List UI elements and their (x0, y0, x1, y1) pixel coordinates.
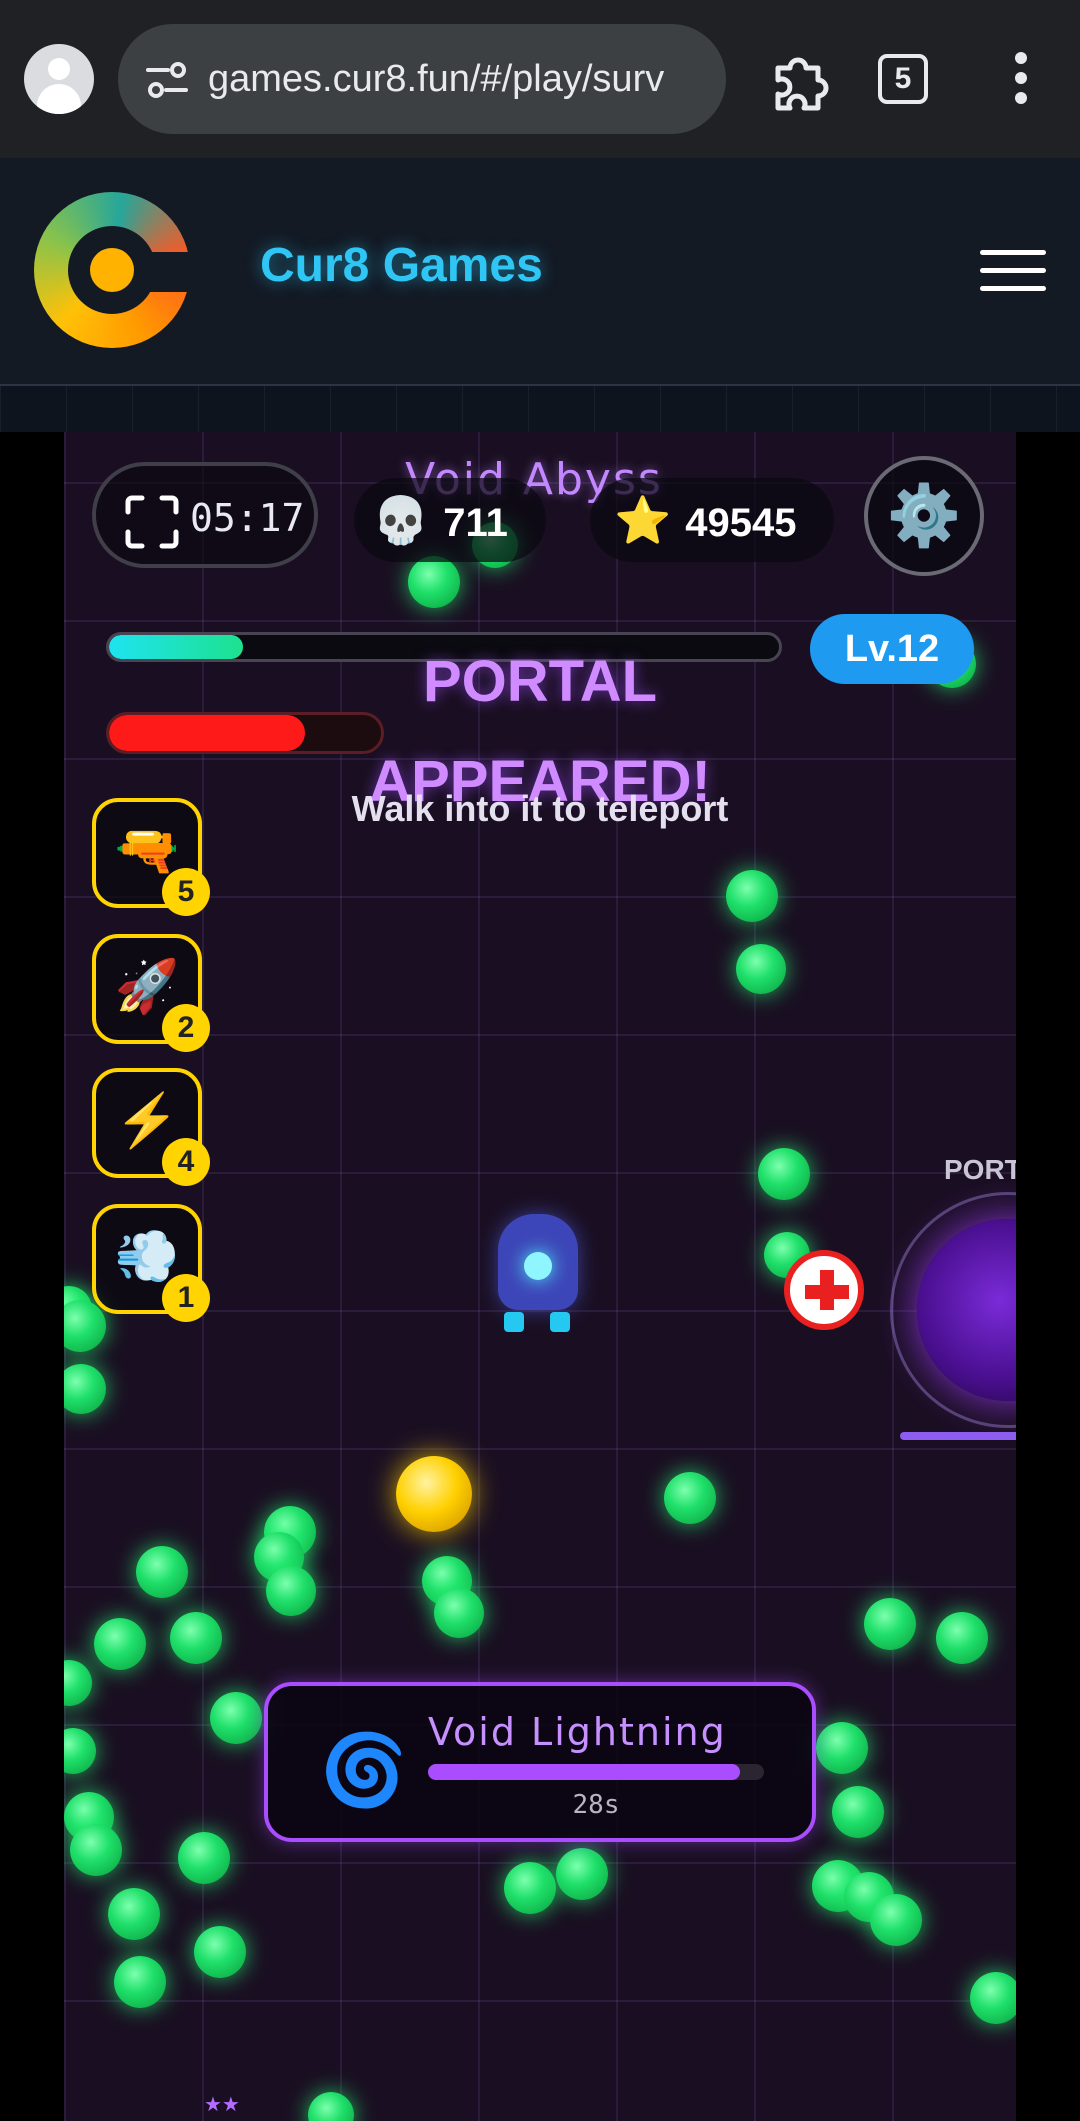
xp-orb (970, 1972, 1016, 2024)
xp-orb (408, 556, 460, 608)
timer-pill: 05:17 (92, 462, 318, 568)
gold-coin (396, 1456, 472, 1532)
player-robot (484, 1192, 594, 1342)
ability-count: 1 (162, 1274, 210, 1322)
portal[interactable] (890, 1192, 1016, 1428)
xp-orb (170, 1612, 222, 1664)
banner-line-1: PORTAL (422, 649, 658, 714)
site-header: Cur8 Games (0, 158, 1080, 386)
star-icon: ⭐ (614, 494, 672, 546)
game-timer: 05:17 (190, 496, 305, 540)
cur8-logo[interactable] (34, 192, 200, 348)
ability-count: 4 (162, 1138, 210, 1186)
dash-wind-icon: 💨 (114, 1228, 180, 1286)
xp-orb (64, 1728, 96, 1774)
xp-orb (194, 1926, 246, 1978)
score-value: 49545 (685, 501, 797, 545)
buff-duration-fill (428, 1764, 741, 1780)
minimap-stars: ★★ (204, 2094, 240, 2116)
buff-name: Void Lightning (428, 1710, 727, 1754)
hamburger-menu-icon[interactable] (980, 250, 1046, 292)
xp-orb (936, 1612, 988, 1664)
browser-toolbar: games.cur8.fun/#/play/surv 5 (0, 0, 1080, 158)
rocket-icon: 🚀 (114, 958, 180, 1016)
portal-label: PORT (944, 1154, 1016, 1185)
ability-slot-1[interactable]: 🔫 5 (92, 798, 210, 916)
portal-timer-bar (900, 1432, 1016, 1440)
kill-counter: 💀 711 (354, 478, 546, 562)
xp-orb (556, 1848, 608, 1900)
xp-orb (726, 870, 778, 922)
kill-count: 711 (443, 501, 508, 545)
xp-orb (178, 1832, 230, 1884)
xp-orb (64, 1364, 106, 1414)
xp-orb (816, 1722, 868, 1774)
void-swirl-icon: 🌀 (320, 1731, 408, 1809)
xp-orb (504, 1862, 556, 1914)
xp-orb (64, 1660, 92, 1706)
buff-duration-bar (428, 1764, 764, 1780)
ability-count: 5 (162, 868, 210, 916)
xp-orb (870, 1894, 922, 1946)
ability-slot-3[interactable]: ⚡ 4 (92, 1068, 210, 1186)
portal-banner-subtitle: Walk into it to teleport (351, 788, 729, 829)
xp-orb (266, 1566, 316, 1616)
xp-orb (664, 1472, 716, 1524)
lightning-icon: ⚡ (114, 1092, 180, 1150)
header-divider-strip (0, 386, 1080, 432)
xp-orb (70, 1824, 122, 1876)
health-pack-icon (784, 1250, 864, 1330)
active-buff-panel: 🌀 Void Lightning 28s (264, 1682, 816, 1842)
site-settings-icon[interactable] (144, 60, 190, 100)
extensions-puzzle-icon[interactable] (764, 44, 836, 116)
xp-orb (758, 1148, 810, 1200)
more-menu-icon[interactable] (1006, 52, 1036, 108)
xp-orb (94, 1618, 146, 1670)
water-gun-icon: 🔫 (114, 822, 180, 880)
profile-avatar-icon[interactable] (24, 44, 94, 114)
xp-orb (108, 1888, 160, 1940)
xp-orb (308, 2092, 354, 2121)
screenshot-scan-icon[interactable] (124, 494, 180, 550)
ability-slot-4[interactable]: 💨 1 (92, 1204, 210, 1322)
ability-count: 2 (162, 1004, 210, 1052)
xp-orb (136, 1546, 188, 1598)
xp-orb (736, 944, 786, 994)
xp-orb (434, 1588, 484, 1638)
skull-icon: 💀 (372, 494, 430, 546)
xp-orb (114, 1956, 166, 2008)
buff-seconds: 28s (572, 1790, 620, 1820)
xp-orb (832, 1786, 884, 1838)
xp-orb (210, 1692, 262, 1744)
score-counter: ⭐ 49545 (590, 478, 834, 562)
gear-icon: ⚙️ (886, 482, 962, 549)
settings-gear-button[interactable]: ⚙️ (864, 456, 984, 576)
site-title[interactable]: Cur8 Games (260, 238, 543, 293)
xp-orb (64, 1300, 106, 1352)
xp-orb (864, 1598, 916, 1650)
tab-count-button[interactable]: 5 (878, 54, 928, 104)
address-bar[interactable]: games.cur8.fun/#/play/surv (118, 24, 726, 134)
game-canvas[interactable]: 05:17 Void Abyss 💀 711 ⭐ 49545 ⚙️ Lv.12 PO… (64, 432, 1016, 2121)
url-text[interactable]: games.cur8.fun/#/play/surv (208, 54, 706, 104)
ability-slot-2[interactable]: 🚀 2 (92, 934, 210, 1052)
